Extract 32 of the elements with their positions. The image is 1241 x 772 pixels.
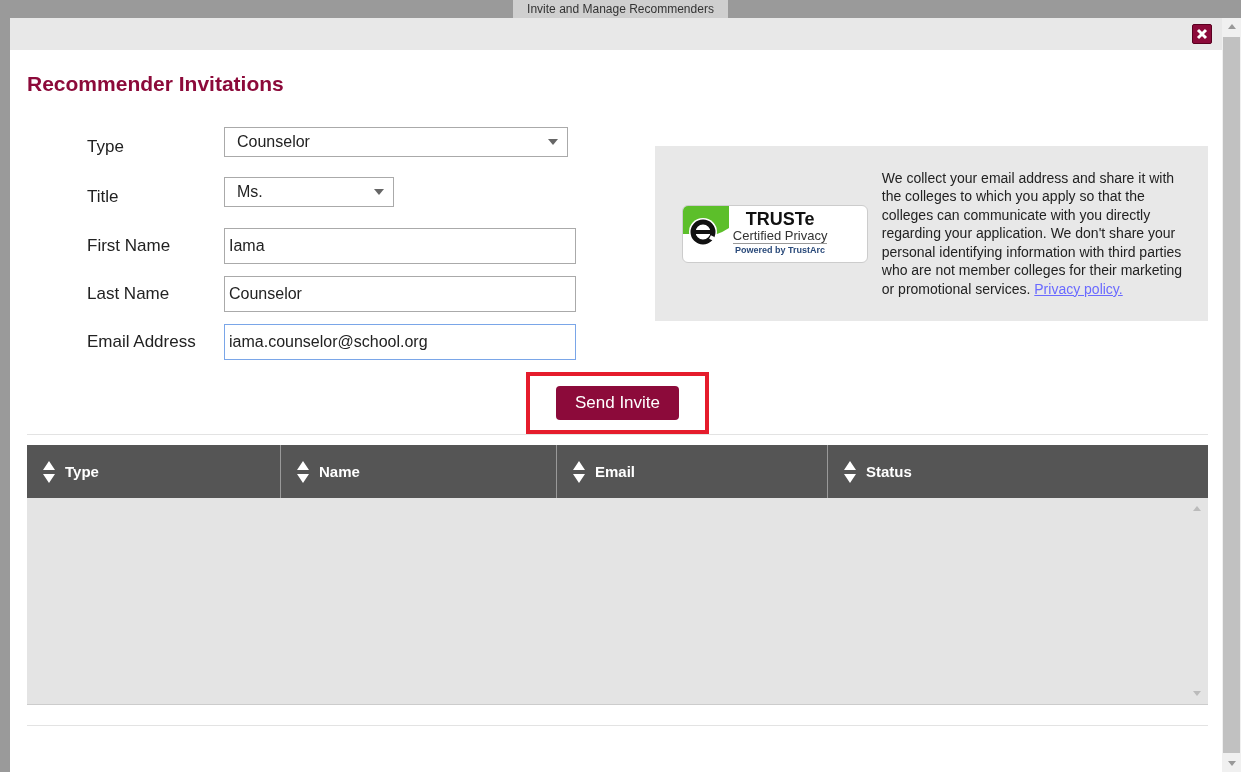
sort-icon	[297, 460, 309, 483]
field-label: Type	[87, 137, 125, 157]
input-field[interactable]: Iama	[224, 228, 576, 264]
scroll-thumb[interactable]	[1223, 37, 1240, 753]
privacy-notice: We collect your email address and share it with the colleges to which you apply so that the colleges can communicate with you directly regarding your application. We don't share your personal identifying information with third parties who are not member colleges for their marketing or promotional services. Privacy policy.	[881, 168, 1184, 299]
close-button[interactable]	[1192, 24, 1212, 44]
dialog-title: Recommender Invitations	[27, 72, 285, 96]
background-page-title: Invite and Manage Recommenders	[513, 0, 728, 18]
input-field[interactable]: iama.counselor@school.org	[224, 324, 576, 360]
field-label: Title	[87, 187, 120, 207]
field-label: Last Name	[87, 284, 171, 304]
sort-icon	[844, 460, 856, 483]
seal-title: TRUSTe	[745, 210, 815, 228]
seal-subtitle: Certified Privacy	[732, 228, 828, 244]
field-label: Email Address	[87, 332, 197, 352]
seal-footer: Powered by TrustArc	[735, 244, 826, 257]
scroll-up-icon[interactable]	[1193, 506, 1201, 511]
close-icon	[1196, 28, 1208, 40]
dropdown[interactable]: Counselor	[224, 127, 568, 157]
caret-icon	[548, 139, 558, 145]
scroll-up-icon[interactable]	[1227, 24, 1236, 29]
input-field[interactable]: Counselor	[224, 276, 576, 312]
send-invite-button[interactable]: Send Invite	[555, 386, 680, 420]
dropdown[interactable]: Ms.	[224, 177, 394, 207]
column-header[interactable]: Status	[828, 445, 1208, 498]
sort-icon	[43, 460, 55, 483]
sort-icon	[573, 460, 585, 483]
scroll-down-icon[interactable]	[1227, 761, 1236, 766]
caret-icon	[374, 189, 384, 195]
field-label: First Name	[87, 236, 172, 256]
scroll-down-icon[interactable]	[1193, 691, 1201, 696]
scrollbar[interactable]	[1222, 18, 1241, 772]
